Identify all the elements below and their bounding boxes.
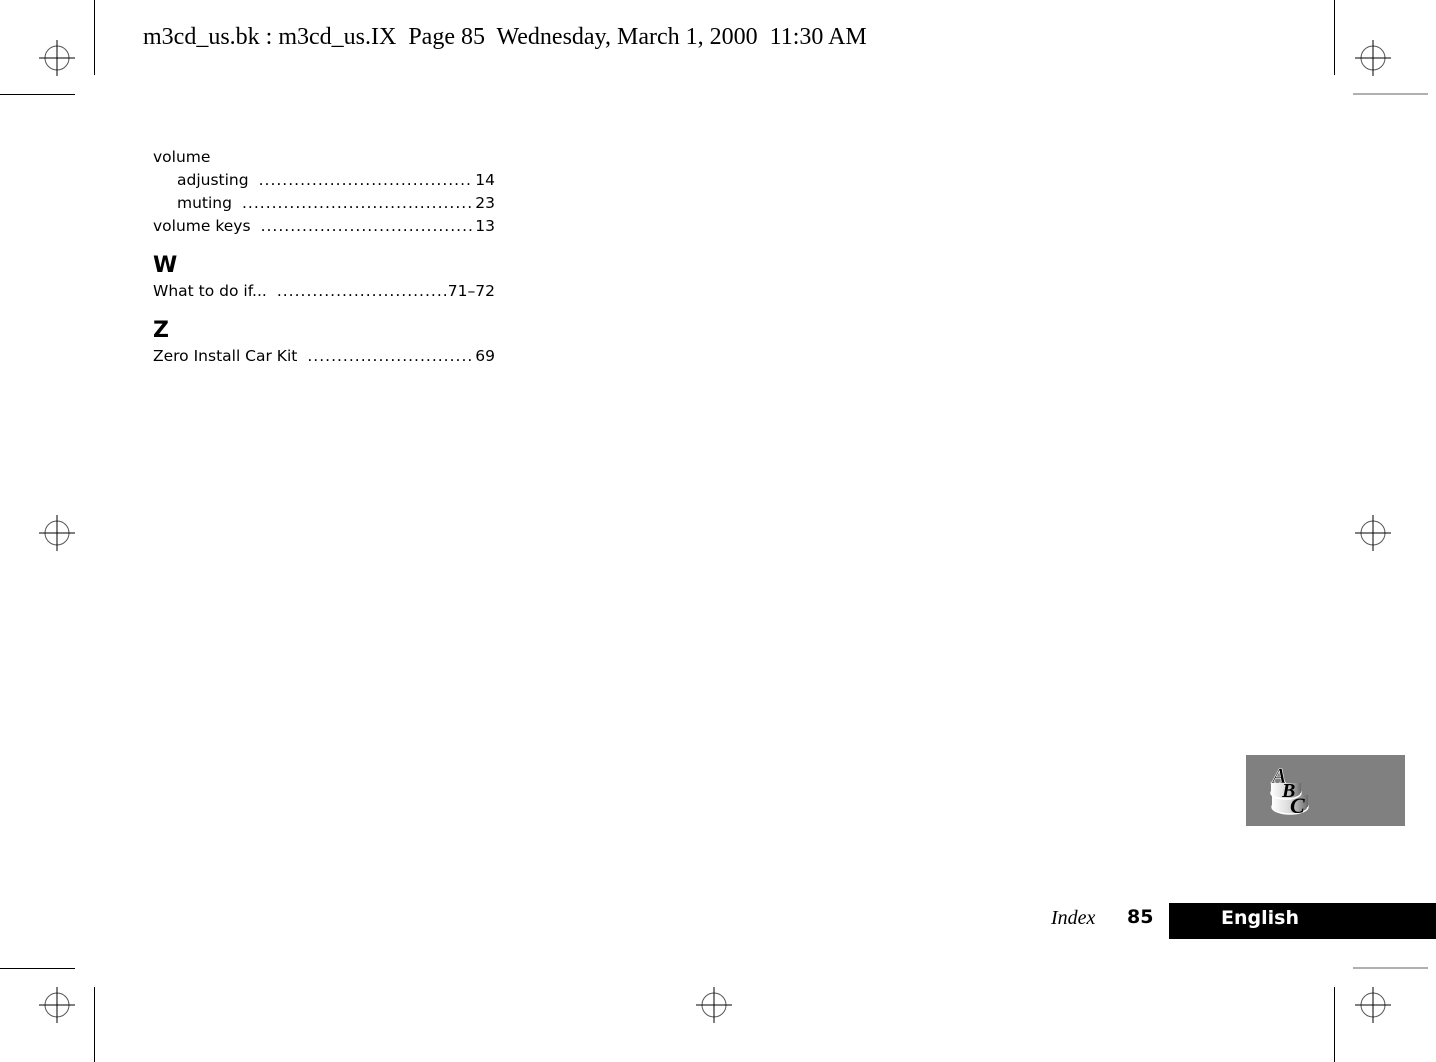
leader-dots (307, 345, 473, 368)
footer-section-name: Index (1051, 907, 1096, 929)
registration-mark-icon (39, 987, 75, 1023)
registration-mark-icon (1355, 987, 1391, 1023)
language-tab: English (1169, 903, 1436, 939)
footer-page-number: 85 (1127, 906, 1154, 928)
abc-index-icon: A B C (1270, 763, 1309, 818)
index-entry[interactable]: What to do if... 71–72 (153, 280, 495, 303)
crop-mark-bottom-right-horizontal (1353, 967, 1428, 969)
crop-mark-bottom-left-horizontal (0, 968, 75, 969)
index-term: volume keys (153, 217, 251, 235)
leader-dots (261, 215, 474, 238)
index-term: adjusting (177, 171, 249, 189)
leader-dots (242, 192, 473, 215)
index-entry[interactable]: Zero Install Car Kit 69 (153, 345, 495, 368)
index-tab-box: A B C (1246, 755, 1405, 826)
registration-mark-icon (39, 40, 75, 76)
registration-mark-icon (39, 515, 75, 551)
crop-mark-top-left-horizontal (0, 94, 75, 95)
registration-mark-icon (1355, 40, 1391, 76)
index-term: Zero Install Car Kit (153, 347, 298, 365)
crop-mark-bottom-right-vertical (1334, 987, 1335, 1062)
index-subentry[interactable]: muting 23 (153, 192, 495, 215)
index-term: What to do if... (153, 282, 267, 300)
crop-mark-top-right-horizontal (1353, 93, 1428, 95)
crop-mark-top-left-vertical (94, 0, 95, 75)
print-slug-header: m3cd_us.bk : m3cd_us.IX Page 85 Wednesda… (143, 24, 867, 50)
leader-dots (277, 280, 446, 303)
index-list: volume adjusting 14 muting 23 volume key… (153, 146, 495, 368)
index-section-letter: W (153, 253, 178, 278)
leader-dots (259, 169, 474, 192)
language-label: English (1221, 907, 1299, 929)
index-entry[interactable]: volume keys 13 (153, 215, 495, 238)
index-subentry[interactable]: adjusting 14 (153, 169, 495, 192)
index-section-letter: Z (153, 318, 169, 343)
index-page-number: 71–72 (447, 282, 495, 300)
index-entry[interactable]: volume (153, 146, 495, 169)
crop-mark-top-right-vertical (1334, 0, 1335, 75)
index-term: muting (177, 194, 232, 212)
index-term: volume (153, 148, 211, 166)
registration-mark-icon (1355, 515, 1391, 551)
index-page-number: 14 (475, 171, 495, 189)
index-page-number: 69 (475, 347, 495, 365)
registration-mark-icon (696, 987, 732, 1023)
crop-mark-bottom-left-vertical (94, 987, 95, 1062)
index-page-number: 13 (475, 217, 495, 235)
abc-letter-c: C (1290, 793, 1305, 818)
index-page-number: 23 (475, 194, 495, 212)
